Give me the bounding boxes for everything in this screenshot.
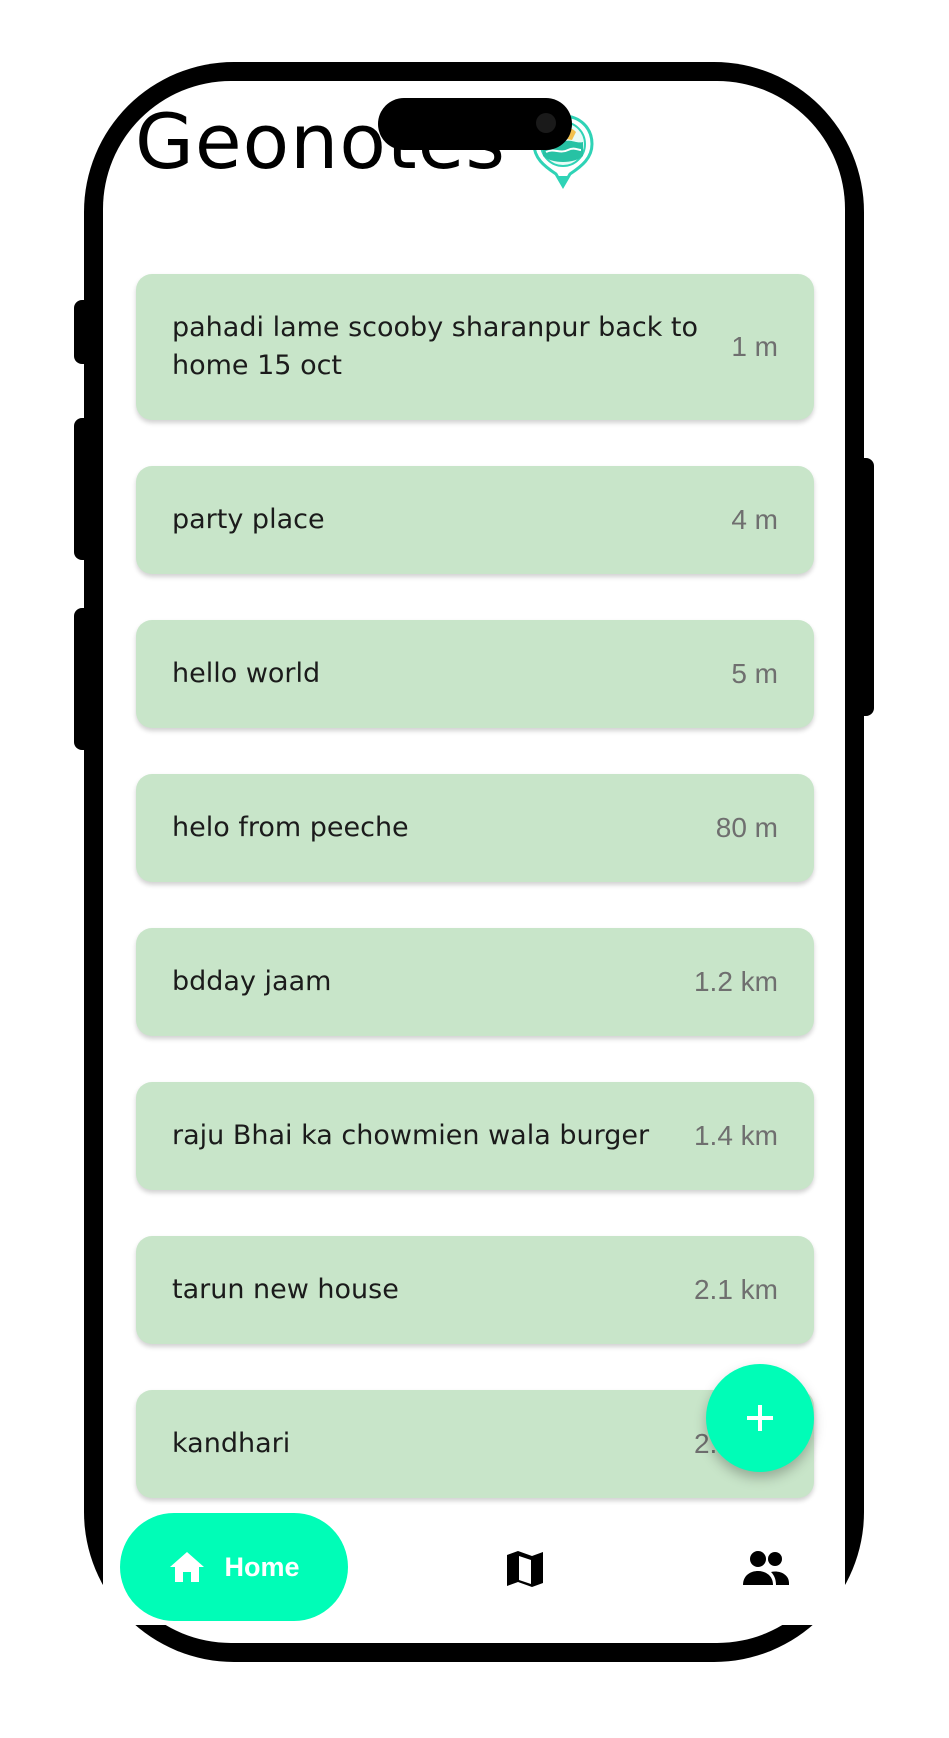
- note-distance: 1.2 km: [693, 966, 778, 997]
- note-title: party place: [172, 504, 325, 535]
- bottom-navigation: Home: [103, 1505, 845, 1625]
- note-card[interactable]: tarun new house 2.1 km: [136, 1236, 814, 1344]
- note-card[interactable]: helo from peeche 80 m: [136, 774, 814, 882]
- add-note-button[interactable]: [706, 1364, 814, 1472]
- note-title: hello world: [172, 658, 321, 689]
- note-distance: 1.4 km: [693, 1120, 778, 1151]
- note-title: helo from peeche: [172, 812, 409, 843]
- people-icon[interactable]: [741, 1547, 791, 1591]
- home-icon: [170, 1552, 205, 1582]
- note-distance: 4 m: [731, 504, 778, 535]
- note-title: pahadi lame scooby sharanpur back to hom…: [172, 312, 699, 381]
- note-distance: 80 m: [715, 812, 778, 843]
- note-card[interactable]: pahadi lame scooby sharanpur back to hom…: [136, 274, 814, 420]
- note-card[interactable]: raju Bhai ka chowmien wala burger 1.4 km: [136, 1082, 814, 1190]
- note-title: kandhari: [172, 1428, 291, 1459]
- dynamic-island: [378, 98, 572, 150]
- note-title: bdday jaam: [172, 966, 332, 997]
- note-distance: 2.1 km: [693, 1274, 778, 1305]
- note-title: raju Bhai ka chowmien wala burger: [172, 1120, 650, 1151]
- note-distance: 1 m: [731, 331, 778, 362]
- note-card[interactable]: hello world 5 m: [136, 620, 814, 728]
- note-title: tarun new house: [172, 1274, 399, 1305]
- map-icon[interactable]: [503, 1547, 547, 1591]
- note-distance: 5 m: [731, 658, 778, 689]
- plus-icon: [747, 1405, 773, 1431]
- nav-home-label: Home: [224, 1551, 300, 1582]
- note-card[interactable]: bdday jaam 1.2 km: [136, 928, 814, 1036]
- nav-home-tab[interactable]: Home: [120, 1513, 348, 1621]
- phone-mockup: Geonotes pahadi lame scooby sharanpur ba…: [0, 0, 949, 1738]
- note-card[interactable]: party place 4 m: [136, 466, 814, 574]
- front-camera: [536, 113, 556, 133]
